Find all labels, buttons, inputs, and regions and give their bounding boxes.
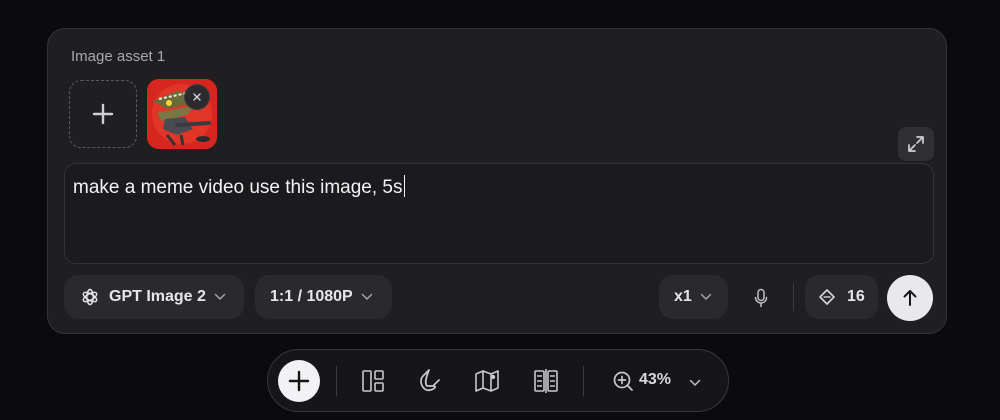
asset-label: Image asset 1 [71,48,166,65]
chevron-down-icon [361,293,372,301]
text-caret [403,175,405,197]
count-label: x1 [674,288,692,305]
count-select[interactable]: x1 [659,275,728,319]
map-icon [475,370,499,392]
model-select[interactable]: GPT Image 2 [64,275,244,319]
chevron-down-icon [700,293,712,301]
openai-icon [82,288,98,306]
zoom-in-icon [613,371,633,391]
prompt-text: make a meme video use this image, 5s [73,177,403,198]
add-asset-button[interactable] [69,80,137,148]
split-view-button[interactable] [533,368,559,394]
arrow-up-icon [903,290,917,306]
zoom-level[interactable]: 43% [639,371,671,389]
aspect-ratio-select[interactable]: 1:1 / 1080P [255,275,392,319]
plus-icon [92,103,114,125]
credits-label: 16 [847,288,865,305]
prompt-panel: Image asset 1 make a meme video use this… [47,28,947,334]
close-icon [193,93,201,101]
expand-button[interactable] [898,127,934,161]
chevron-down-icon [214,293,226,301]
prompt-textarea[interactable]: make a meme video use this image, 5s [64,163,934,264]
magnet-button[interactable] [417,368,443,394]
toolbar-divider [336,366,337,396]
magnet-icon [420,369,440,392]
send-button[interactable] [887,275,933,321]
add-button[interactable] [278,360,320,402]
divider [793,283,794,311]
zoom-dropdown[interactable] [689,374,701,392]
microphone-icon [754,288,768,308]
map-button[interactable] [474,368,500,394]
toolbar-divider [583,366,584,396]
diamond-icon [819,289,835,305]
plus-icon [288,370,310,392]
credits-badge[interactable]: 16 [805,275,878,319]
model-label: GPT Image 2 [109,288,206,305]
split-view-icon [534,369,558,393]
chevron-down-icon [689,379,701,387]
remove-asset-button[interactable] [184,84,210,110]
zoom-button[interactable] [610,368,636,394]
layout-grid-icon [362,370,384,392]
microphone-button[interactable] [751,288,771,308]
expand-icon [908,136,924,152]
ratio-label: 1:1 / 1080P [270,288,353,305]
layout-button[interactable] [360,368,386,394]
bottom-toolbar: 43% [267,349,729,412]
